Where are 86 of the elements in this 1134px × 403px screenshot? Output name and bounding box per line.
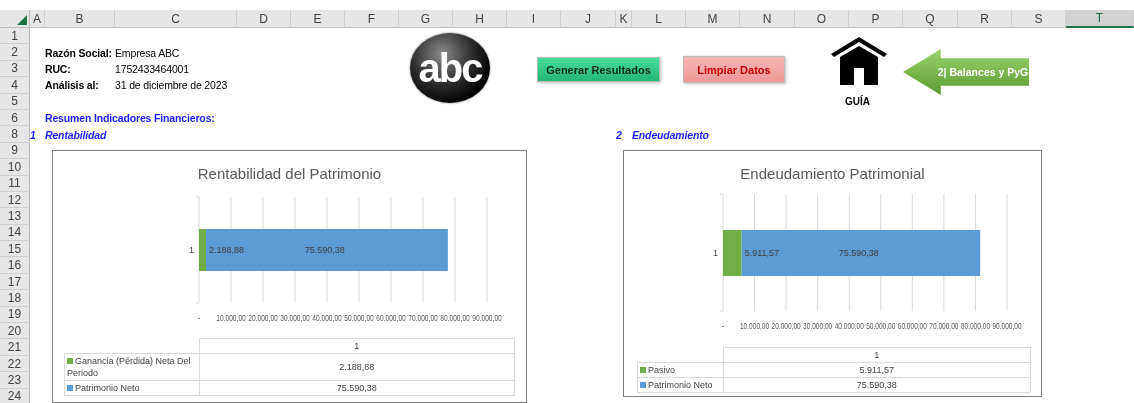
column-header[interactable]: T bbox=[1066, 10, 1134, 28]
series-name: Patrimonio Neto bbox=[75, 383, 140, 393]
axis-tick-label: 70.000,00 bbox=[408, 313, 438, 324]
field-label: Análisis al: bbox=[45, 79, 99, 92]
axis-tick-label: 50.000,00 bbox=[344, 313, 374, 324]
column-header[interactable]: J bbox=[561, 10, 616, 28]
row-header[interactable]: 20 bbox=[0, 323, 30, 340]
category-label: 1 bbox=[713, 248, 718, 258]
chart-title: Rentabilidad del Patrimonio bbox=[197, 163, 382, 182]
column-header[interactable]: F bbox=[345, 10, 399, 28]
row-header[interactable]: 4 bbox=[0, 77, 30, 94]
axis-tick-label: 90.000,00 bbox=[472, 313, 502, 324]
axis-tick-label: 50.000,00 bbox=[866, 321, 896, 332]
column-header[interactable]: N bbox=[740, 10, 795, 28]
section-title: Rentabilidad bbox=[45, 128, 107, 141]
axis-tick-label: 90.000,00 bbox=[992, 321, 1022, 332]
axis-tick-label: 70.000,00 bbox=[929, 321, 959, 332]
column-header[interactable]: O bbox=[795, 10, 849, 28]
table-header-cell: 1 bbox=[723, 347, 1031, 363]
column-header[interactable]: E bbox=[291, 10, 345, 28]
column-header[interactable]: C bbox=[115, 10, 237, 28]
row-header[interactable]: 1 bbox=[0, 28, 30, 45]
axis-tick-label: - bbox=[721, 321, 725, 331]
guide-label: GUÍA bbox=[845, 96, 870, 107]
row-header[interactable]: 10 bbox=[0, 159, 30, 176]
series-name: Pasivo bbox=[648, 365, 675, 375]
section-title: Endeudamiento bbox=[632, 128, 709, 141]
row-header[interactable]: 8 bbox=[0, 126, 30, 143]
column-header[interactable]: B bbox=[45, 10, 115, 28]
data-label: 75.590,38 bbox=[304, 245, 345, 255]
field-value: 1752433464001 bbox=[115, 62, 189, 75]
axis-tick-label: 60.000,00 bbox=[376, 313, 406, 324]
table-cell: 75.590,38 bbox=[199, 380, 515, 396]
series-name: Ganancia (Pérdida) Neta Del Periodo bbox=[67, 356, 191, 378]
section-heading: Resumen Indicadores Financieros: bbox=[45, 112, 215, 125]
select-all-icon[interactable] bbox=[17, 15, 27, 25]
field-label: RUC: bbox=[45, 62, 71, 75]
series-name: Patrimonio Neto bbox=[648, 380, 713, 390]
section-number: 1 bbox=[30, 128, 36, 141]
table-cell: 75.590,38 bbox=[723, 377, 1031, 393]
row-header[interactable]: 16 bbox=[0, 257, 30, 274]
field-value: 31 de diciembre de 2023 bbox=[115, 79, 228, 92]
axis-tick-label: 10.000,00 bbox=[216, 313, 246, 324]
axis-tick-label: 80.000,00 bbox=[960, 321, 991, 332]
column-header[interactable]: A bbox=[30, 10, 45, 28]
data-label: 2.188,88 bbox=[209, 245, 245, 255]
axis-tick-label: - bbox=[197, 313, 201, 323]
row-header[interactable]: 18 bbox=[0, 290, 30, 307]
axis-tick-label: 80.000,00 bbox=[440, 313, 470, 324]
field-label: Razón Social: bbox=[45, 46, 112, 59]
column-header[interactable]: S bbox=[1012, 10, 1066, 28]
row-header[interactable]: 15 bbox=[0, 241, 30, 258]
row-header[interactable]: 13 bbox=[0, 208, 30, 225]
axis-tick-label: 40.000,00 bbox=[312, 313, 342, 324]
column-header[interactable]: M bbox=[686, 10, 740, 28]
column-header[interactable]: G bbox=[399, 10, 453, 28]
axis-tick-label: 30.000,00 bbox=[280, 313, 310, 324]
logo: abc bbox=[410, 33, 490, 103]
column-header[interactable]: K bbox=[616, 10, 632, 28]
field-value: Empresa ABC bbox=[115, 46, 180, 59]
category-label: 1 bbox=[189, 245, 194, 255]
home-icon[interactable] bbox=[829, 35, 889, 85]
table-cell: 5.911,57 bbox=[723, 362, 1031, 378]
column-header[interactable]: L bbox=[632, 10, 686, 28]
data-label: 5.911,57 bbox=[744, 248, 780, 258]
row-header[interactable]: 23 bbox=[0, 372, 30, 389]
generate-button[interactable]: Generar Resultados bbox=[537, 57, 660, 82]
row-header[interactable]: 2 bbox=[0, 44, 30, 61]
column-header[interactable]: P bbox=[849, 10, 903, 28]
axis-tick-label: 10.000,00 bbox=[739, 321, 770, 332]
row-header[interactable]: 21 bbox=[0, 339, 30, 356]
axis-tick-label: 20.000,00 bbox=[248, 313, 278, 324]
data-label: 75.590,38 bbox=[838, 248, 879, 258]
section-number: 2 bbox=[616, 128, 622, 141]
column-header[interactable]: I bbox=[507, 10, 561, 28]
column-header[interactable]: D bbox=[237, 10, 291, 28]
table-cell: 2.188,88 bbox=[199, 353, 515, 381]
column-header[interactable]: Q bbox=[903, 10, 958, 28]
column-header[interactable]: H bbox=[453, 10, 507, 28]
table-header-cell: 1 bbox=[199, 338, 515, 354]
column-header[interactable]: R bbox=[958, 10, 1012, 28]
axis-tick-label: 30.000,00 bbox=[803, 321, 833, 332]
axis-tick-label: 60.000,00 bbox=[897, 321, 927, 332]
axis-tick-label: 40.000,00 bbox=[834, 321, 864, 332]
axis-tick-label: 20.000,00 bbox=[771, 321, 801, 332]
chart-title: Endeudamiento Patrimonial bbox=[740, 163, 925, 182]
